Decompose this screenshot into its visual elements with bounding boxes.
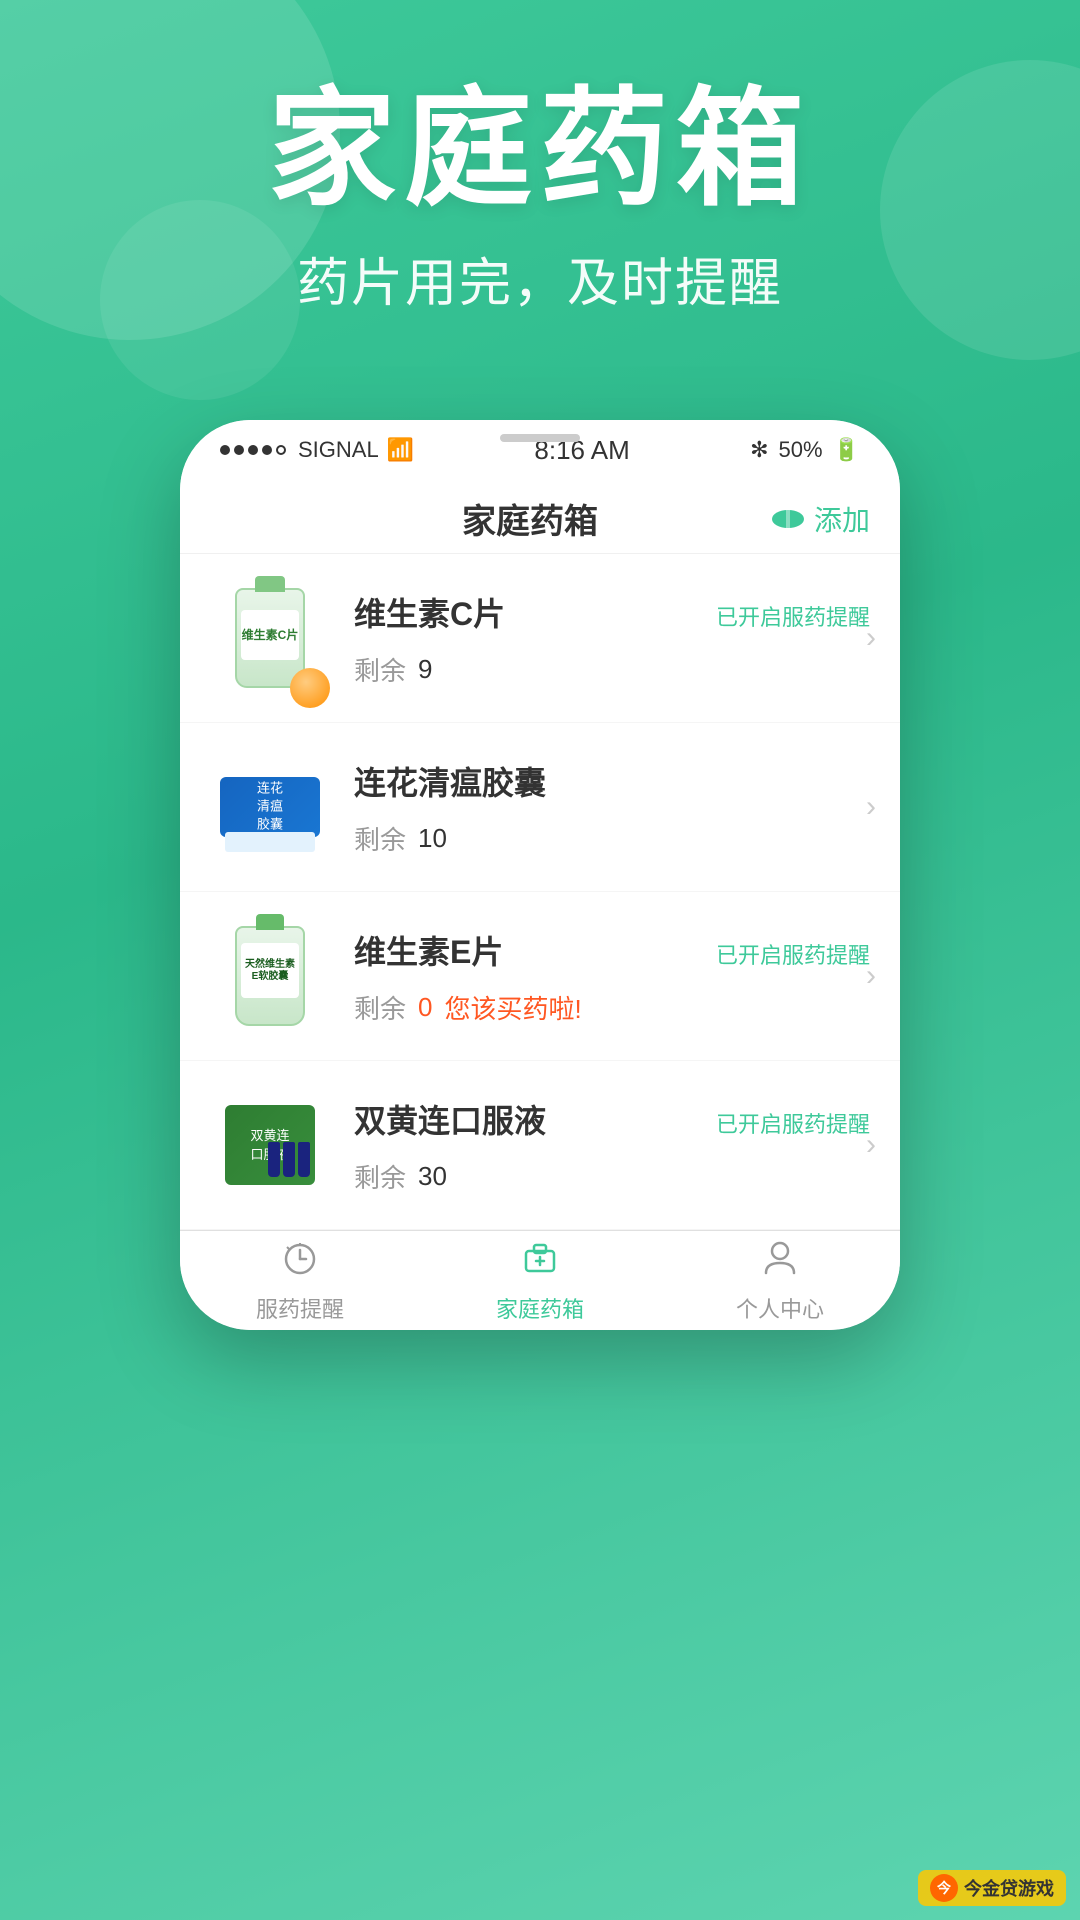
lianhua-chevron: › bbox=[866, 790, 876, 824]
nav-item-profile[interactable]: 个人中心 bbox=[660, 1237, 900, 1324]
add-pill-icon bbox=[770, 508, 806, 530]
vitamin-c-name: 维生素C片 bbox=[354, 589, 505, 635]
shuanghuanglian-count-row: 剩余 30 bbox=[354, 1158, 870, 1195]
vitamin-c-count-label: 剩余 bbox=[354, 651, 406, 688]
lianhua-image bbox=[210, 747, 330, 867]
watermark-logo: 今 bbox=[930, 1874, 958, 1902]
watermark-logo-text: 今 bbox=[937, 1878, 951, 1898]
medicine-item-shuanghuanglian[interactable]: 双黄连口服液 已开启服药提醒 剩余 30 › bbox=[180, 1061, 900, 1230]
shuanghuanglian-box bbox=[225, 1105, 315, 1185]
medicine-item-lianhua[interactable]: 连花清瘟胶囊 剩余 10 › bbox=[180, 723, 900, 892]
lianhua-box bbox=[220, 777, 320, 837]
watermark: 今 今金贷游戏 bbox=[918, 1870, 1066, 1906]
bottom-navigation: 服药提醒 家庭药箱 bbox=[180, 1230, 900, 1330]
phone-mockup: SIGNAL 📶 8:16 AM ✻ 50% 🔋 家庭药箱 bbox=[180, 420, 900, 1330]
medicine-item-vitamin-e[interactable]: 天然维生素E软胶囊 维生素E片 已开启服药提醒 剩余 0 您该买药啦! › bbox=[180, 892, 900, 1061]
lianhua-name-row: 连花清瘟胶囊 bbox=[354, 758, 870, 812]
medicine-box-nav-label: 家庭药箱 bbox=[496, 1292, 584, 1324]
reminder-nav-label: 服药提醒 bbox=[256, 1292, 344, 1324]
reminder-nav-icon bbox=[280, 1237, 320, 1286]
medicine-list: 维生素C片 维生素C片 已开启服药提醒 剩余 9 › bbox=[180, 554, 900, 1230]
hero-subtitle: 药片用完，及时提醒 bbox=[0, 241, 1080, 316]
vitamin-c-name-row: 维生素C片 已开启服药提醒 bbox=[354, 589, 870, 643]
hero-title: 家庭药箱 bbox=[0, 80, 1080, 221]
vitamin-c-reminder: 已开启服药提醒 bbox=[716, 600, 870, 632]
lianhua-count-label: 剩余 bbox=[354, 820, 406, 857]
vitamin-c-count: 9 bbox=[418, 654, 432, 685]
signal-dot-2 bbox=[234, 445, 244, 455]
navbar-title: 家庭药箱 bbox=[462, 494, 598, 543]
shuanghuanglian-name-row: 双黄连口服液 已开启服药提醒 bbox=[354, 1096, 870, 1150]
vitamin-c-image: 维生素C片 bbox=[210, 578, 330, 698]
shuanghuanglian-chevron: › bbox=[866, 1128, 876, 1162]
reminder-icon-svg bbox=[280, 1237, 320, 1277]
status-bar-left: SIGNAL 📶 bbox=[220, 437, 414, 463]
sh-bottle-3 bbox=[298, 1142, 310, 1177]
vitamin-e-warning: 您该买药啦! bbox=[444, 989, 581, 1026]
vitamin-e-reminder: 已开启服药提醒 bbox=[716, 938, 870, 970]
vitamin-e-name: 维生素E片 bbox=[354, 927, 503, 973]
app-navbar: 家庭药箱 添加 bbox=[180, 480, 900, 554]
profile-nav-icon bbox=[760, 1237, 800, 1286]
pill-svg-icon bbox=[770, 508, 806, 530]
shuanghuanglian-image bbox=[210, 1085, 330, 1205]
signal-dot-1 bbox=[220, 445, 230, 455]
shuanghuanglian-count-label: 剩余 bbox=[354, 1158, 406, 1195]
signal-label: SIGNAL bbox=[298, 437, 379, 463]
add-medicine-button[interactable]: 添加 bbox=[770, 499, 870, 539]
medicine-item-vitamin-c[interactable]: 维生素C片 维生素C片 已开启服药提醒 剩余 9 › bbox=[180, 554, 900, 723]
shuanghuanglian-info: 双黄连口服液 已开启服药提醒 剩余 30 bbox=[330, 1096, 870, 1195]
vitamin-e-info: 维生素E片 已开启服药提醒 剩余 0 您该买药啦! bbox=[330, 927, 870, 1026]
profile-icon-svg bbox=[760, 1237, 800, 1277]
shuanghuanglian-count: 30 bbox=[418, 1161, 447, 1192]
nav-item-reminder[interactable]: 服药提醒 bbox=[180, 1237, 420, 1324]
wifi-icon: 📶 bbox=[387, 437, 414, 463]
vitamin-c-count-row: 剩余 9 bbox=[354, 651, 870, 688]
vitamin-e-count-row: 剩余 0 您该买药啦! bbox=[354, 989, 870, 1026]
signal-dot-3 bbox=[248, 445, 258, 455]
signal-dot-4 bbox=[262, 445, 272, 455]
hero-section: 家庭药箱 药片用完，及时提醒 bbox=[0, 80, 1080, 316]
shuanghuanglian-reminder: 已开启服药提醒 bbox=[716, 1107, 870, 1139]
vitamin-e-count: 0 bbox=[418, 992, 432, 1023]
vitamin-c-chevron: › bbox=[866, 621, 876, 655]
lianhua-strip bbox=[225, 832, 315, 852]
vitamin-c-bottle: 维生素C片 bbox=[235, 588, 305, 688]
battery-percent: 50% bbox=[779, 437, 823, 463]
status-bar-right: ✻ 50% 🔋 bbox=[750, 437, 860, 463]
vitamin-e-label: 天然维生素E软胶囊 bbox=[241, 943, 299, 998]
shuanghuanglian-name: 双黄连口服液 bbox=[354, 1096, 546, 1142]
medicine-box-nav-icon bbox=[520, 1237, 560, 1286]
lianhua-count-row: 剩余 10 bbox=[354, 820, 870, 857]
nav-item-medicine-box[interactable]: 家庭药箱 bbox=[420, 1237, 660, 1324]
sh-bottle-1 bbox=[268, 1142, 280, 1177]
sh-bottle-2 bbox=[283, 1142, 295, 1177]
vitamin-e-count-label: 剩余 bbox=[354, 989, 406, 1026]
lianhua-name: 连花清瘟胶囊 bbox=[354, 758, 546, 804]
bluetooth-icon: ✻ bbox=[750, 437, 768, 463]
phone-handle bbox=[500, 434, 580, 442]
vitamin-e-image: 天然维生素E软胶囊 bbox=[210, 916, 330, 1036]
add-button-label[interactable]: 添加 bbox=[814, 499, 870, 539]
watermark-text: 今金贷游戏 bbox=[964, 1875, 1054, 1901]
lianhua-count: 10 bbox=[418, 823, 447, 854]
profile-nav-label: 个人中心 bbox=[736, 1292, 824, 1324]
phone-frame: SIGNAL 📶 8:16 AM ✻ 50% 🔋 家庭药箱 bbox=[180, 420, 900, 1330]
signal-dot-5 bbox=[276, 445, 286, 455]
vitamin-c-label: 维生素C片 bbox=[241, 610, 299, 660]
status-bar: SIGNAL 📶 8:16 AM ✻ 50% 🔋 bbox=[180, 420, 900, 480]
sh-bottles bbox=[268, 1142, 310, 1177]
signal-dots bbox=[220, 445, 286, 455]
vitamin-c-info: 维生素C片 已开启服药提醒 剩余 9 bbox=[330, 589, 870, 688]
orange-decoration bbox=[290, 668, 330, 708]
vitamin-e-name-row: 维生素E片 已开启服药提醒 bbox=[354, 927, 870, 981]
medicine-box-icon-svg bbox=[520, 1237, 560, 1277]
lianhua-info: 连花清瘟胶囊 剩余 10 bbox=[330, 758, 870, 857]
vitamin-e-bottle: 天然维生素E软胶囊 bbox=[235, 926, 305, 1026]
vitamin-e-chevron: › bbox=[866, 959, 876, 993]
battery-icon: 🔋 bbox=[833, 437, 860, 463]
